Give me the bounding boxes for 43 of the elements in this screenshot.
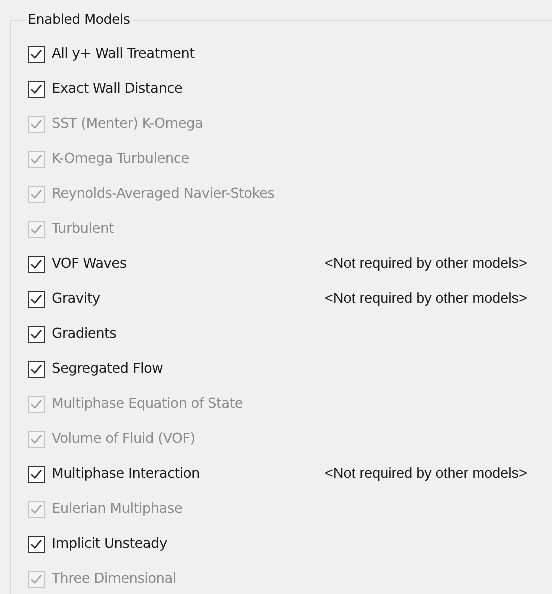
checkmark-icon [30,574,43,585]
checkmark-icon [30,84,43,95]
checkbox[interactable] [28,291,45,308]
checkbox-label: Volume of Fluid (VOF) [52,430,196,450]
checkbox-label: Exact Wall Distance [52,80,184,100]
checkbox-label: All y+ Wall Treatment [52,45,196,64]
checkbox[interactable] [28,326,45,343]
checkmark-icon [30,399,43,410]
checkbox-label: Gravity [52,290,102,310]
checkbox-label: Segregated Flow [52,360,164,380]
checkmark-icon [30,539,43,550]
checkbox-label: Multiphase Equation of State [52,395,244,414]
checkmark-icon [30,469,43,480]
checkbox-label: Eulerian Multiphase [52,500,184,520]
checkmark-icon [30,119,43,130]
checkbox[interactable] [28,536,45,553]
checkbox-label: SST (Menter) K-Omega [52,115,204,134]
checkbox-label: Reynolds-Averaged Navier-Stokes [52,185,276,204]
checkbox[interactable] [28,361,45,378]
checkmark-icon [30,154,43,165]
checkmark-icon [30,434,43,445]
checkmark-icon [30,189,43,200]
checkbox-label: Turbulent [52,220,116,240]
checkbox-label: VOF Waves [52,255,128,274]
checkbox-label: Three Dimensional [52,570,178,590]
checkmark-icon [30,259,43,270]
checkmark-icon [30,364,43,375]
checkbox[interactable] [28,81,45,98]
checkbox-label: Implicit Unsteady [52,535,168,554]
checkbox[interactable] [28,256,45,273]
status-note: <Not required by other models> [325,254,528,274]
checkmark-icon [30,224,43,235]
checkmark-icon [30,49,43,60]
checkbox[interactable] [28,466,45,483]
checkmark-icon [30,329,43,340]
checkmark-icon [30,504,43,515]
status-note: <Not required by other models> [325,290,528,309]
status-note: <Not required by other models> [325,464,528,484]
checkbox-label: Multiphase Interaction [52,465,201,484]
checkbox[interactable] [28,46,45,63]
checkbox-label: K-Omega Turbulence [52,150,190,170]
checkbox-label: Gradients [52,325,118,344]
checkmark-icon [30,294,43,305]
